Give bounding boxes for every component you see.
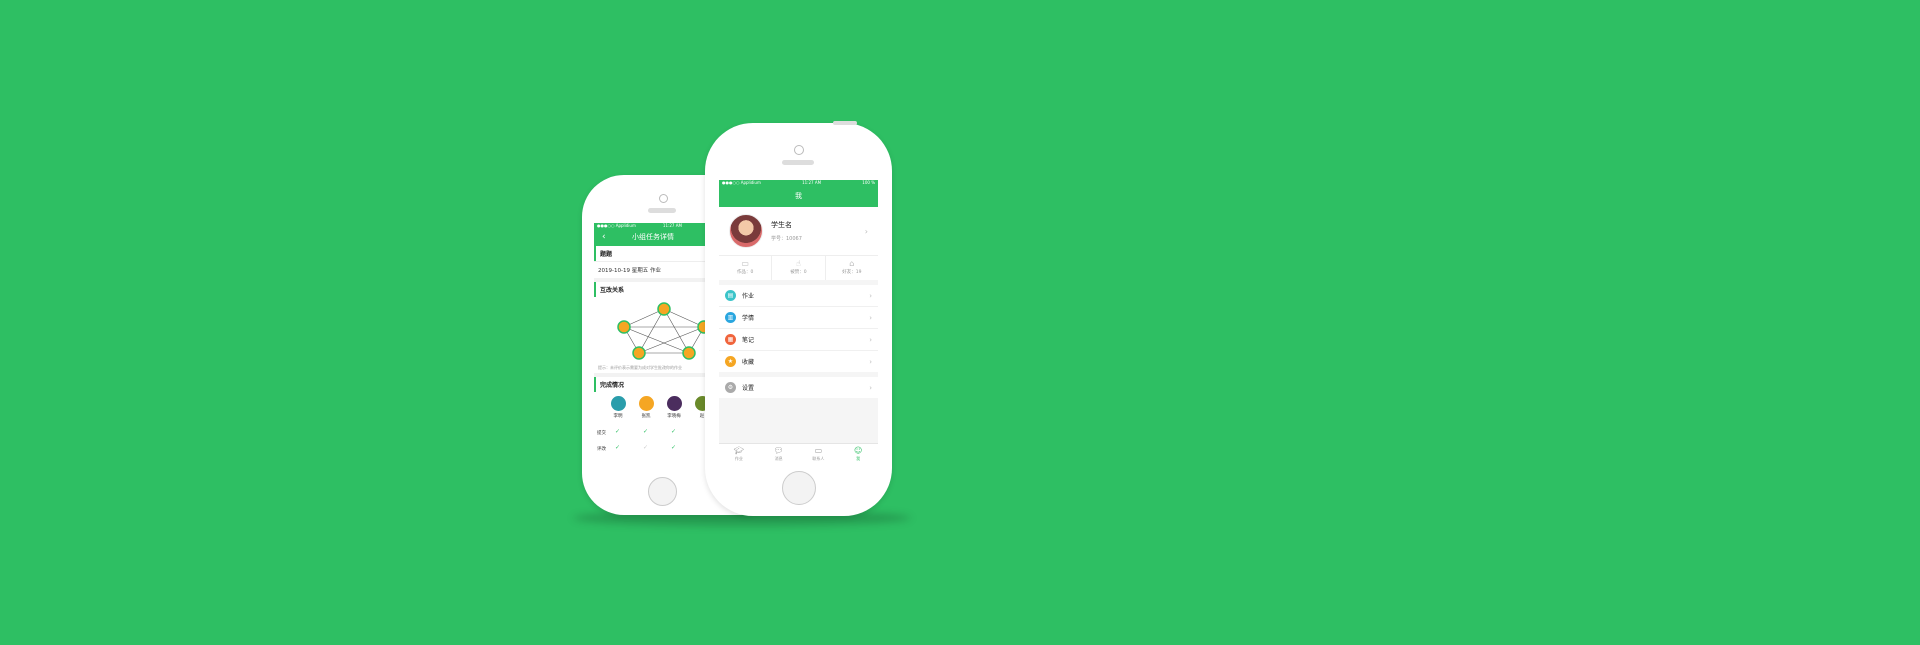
stat-friends[interactable]: ⌂ 好友：19 [826,256,878,280]
member-avatar [610,396,626,411]
camera [659,194,668,203]
member-avatar [638,396,654,411]
speaker [648,208,676,213]
row-label: 提交 [597,431,606,436]
camera [794,145,804,155]
cap-icon: 🎓︎ [733,446,744,455]
stat-works[interactable]: ▭ 作品：0 [719,256,773,280]
section-topic-title: 题题 [594,246,712,261]
menu-item-settings[interactable]: ⚙ 设置 › [719,377,878,398]
member-name: 李晓梅 [667,414,681,419]
chevron-right-icon: › [869,313,872,322]
contacts-icon: ▭ [814,446,823,455]
member: 张凯 [636,396,656,419]
menu-item-notes[interactable]: ▦ 笔记 › [719,329,878,351]
check-icon: ✓ [643,428,649,435]
nav-title: 小组任务详情 [632,233,674,241]
section-relation-title: 互改关系 [594,282,712,297]
member-avatar [666,396,682,411]
completion-grid: 李明 张凯 李晓梅 赵 提交 评改 ✓ ✓ ✓ ✓ ✓ ✓ [594,392,712,462]
nav-title: 我 [795,192,802,200]
profile-id: 学号：10067 [771,236,802,242]
bookmark-icon: ⌂ [849,259,855,268]
nav-bar: ‹ 小组任务详情 [594,229,712,246]
chart-icon: ▥ [725,312,736,323]
tab-contacts[interactable]: ▭ 联系人 [799,444,839,465]
avatar [729,214,763,248]
menu-item-homework[interactable]: ▤ 作业 › [719,285,878,307]
topic-text: 2019-10-19 星期五 作业 [598,268,661,274]
front-screen: ●●●○○ Applidium 11:27 AM 100 % 我 学生名 学号：… [719,180,878,465]
check-icon: ✓ [615,428,621,435]
tab-messages[interactable]: 💬︎ 消息 [759,444,799,465]
member-name: 张凯 [641,414,651,419]
nav-bar: 我 [719,186,878,207]
home-button[interactable] [782,471,816,505]
note-icon: ▦ [725,334,736,345]
back-screen: ●●●○○ Applidium 11:27 AM ‹ 小组任务详情 题题 201… [594,223,712,464]
relation-nodes [617,302,711,360]
section-completion-title: 完成情况 [594,377,712,392]
power-button [833,121,857,125]
back-chevron-icon[interactable]: ‹ [602,229,606,246]
tab-homework[interactable]: 🎓︎ 作业 [719,444,759,465]
menu-item-favorites[interactable]: ★ 收藏 › [719,351,878,372]
relation-graph [617,302,711,360]
thumb-icon: ☝ [796,259,801,268]
book-icon: ▭ [741,259,749,268]
chevron-right-icon: › [869,291,872,300]
stat-likes[interactable]: ☝ 被赞：0 [772,256,826,280]
profile-name: 学生名 [771,221,792,229]
gear-icon: ⚙ [725,382,736,393]
node-avatar [682,346,696,360]
node-avatar [617,320,631,334]
check-icon: ✓ [615,444,621,451]
row-label: 评改 [597,447,606,452]
home-button[interactable] [648,477,677,506]
chevron-right-icon: › [869,357,872,366]
chevron-right-icon: › [864,226,868,236]
check-icon: ✓ [671,444,677,451]
member: 李晓梅 [664,396,684,419]
relation-hint: 提示：未评价表示需要为成对学生批改你的作业 [598,365,682,370]
chevron-right-icon: › [869,335,872,344]
front-phone: ●●●○○ Applidium 11:27 AM 100 % 我 学生名 学号：… [705,121,892,516]
star-icon: ★ [725,356,736,367]
member-name: 李明 [613,414,623,419]
member: 李明 [608,396,628,419]
tab-bar: 🎓︎ 作业 💬︎ 消息 ▭ 联系人 ☺ 我 [719,443,878,465]
speaker [782,160,814,165]
tab-me[interactable]: ☺ 我 [838,444,878,465]
stats-row: ▭ 作品：0 ☝ 被赞：0 ⌂ 好友：19 [719,255,878,280]
menu-item-study[interactable]: ▥ 学情 › [719,307,878,329]
person-icon: ☺ [853,446,863,455]
check-icon: ✓ [643,444,649,451]
node-avatar [632,346,646,360]
check-icon: ✓ [671,428,677,435]
chat-icon: 💬︎ [773,446,784,455]
chevron-right-icon: › [869,383,872,392]
profile-row[interactable]: 学生名 学号：10067 › [719,207,878,255]
node-avatar [657,302,671,316]
homework-icon: ▤ [725,290,736,301]
